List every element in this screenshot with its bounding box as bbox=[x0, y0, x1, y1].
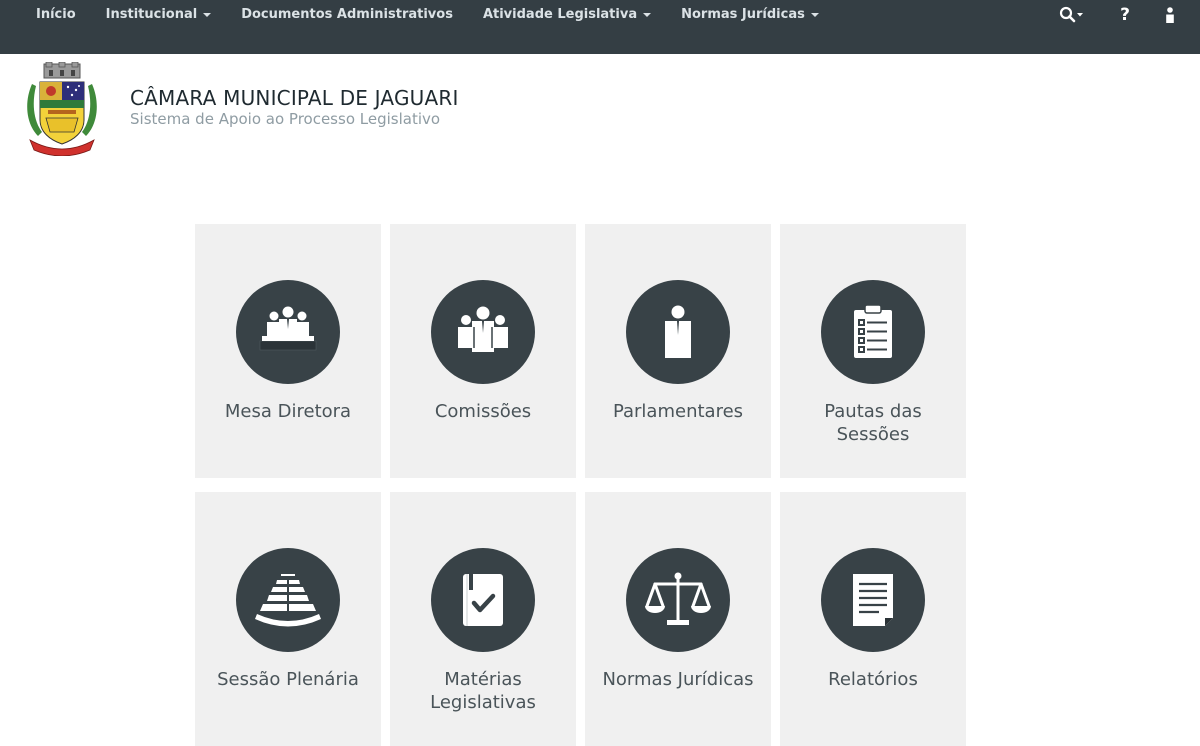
tile-parlamentares[interactable]: Parlamentares bbox=[585, 224, 771, 478]
tile-label: Pautas das Sessões bbox=[824, 401, 922, 445]
help-button[interactable]: ? bbox=[1102, 0, 1148, 30]
nav-item-institucional[interactable]: Institucional bbox=[91, 0, 227, 30]
tile-normas-juridicas[interactable]: Normas Jurídicas bbox=[585, 492, 771, 746]
tile-label: Matérias Legislativas bbox=[430, 669, 536, 713]
tile-label: Comissões bbox=[434, 401, 532, 422]
nav-item-inicio[interactable]: Início bbox=[0, 0, 91, 30]
icon-circle bbox=[626, 548, 730, 652]
site-subtitle: Sistema de Apoio ao Processo Legislativo bbox=[130, 110, 441, 128]
scales-icon bbox=[645, 572, 711, 625]
icon-circle bbox=[236, 280, 340, 384]
tile-label: Mesa Diretora bbox=[224, 401, 352, 422]
tile-relatorios[interactable]: Relatórios bbox=[780, 492, 966, 746]
tile-comissoes[interactable]: Comissões bbox=[390, 224, 576, 478]
help-icon: ? bbox=[1120, 5, 1130, 25]
main-menu: Início Institucional Documentos Administ… bbox=[0, 0, 834, 30]
tile-label: Normas Jurídicas bbox=[602, 669, 754, 690]
municipal-crest-logo[interactable] bbox=[24, 62, 100, 156]
icon-circle bbox=[626, 280, 730, 384]
caret-down-icon bbox=[643, 12, 652, 17]
tile-label: Relatórios bbox=[828, 669, 918, 690]
icon-circle bbox=[236, 548, 340, 652]
committee-icon bbox=[458, 306, 508, 352]
tile-sessao-plenaria[interactable]: Sessão Plenária bbox=[195, 492, 381, 746]
board-icon bbox=[259, 306, 317, 351]
utility-menu: ? bbox=[1046, 0, 1200, 30]
search-button[interactable] bbox=[1046, 0, 1102, 30]
tile-label: Sessão Plenária bbox=[217, 669, 359, 690]
tile-pautas-das-sessoes[interactable]: Pautas das Sessões bbox=[780, 224, 966, 478]
nav-item-normas-juridicas[interactable]: Normas Jurídicas bbox=[666, 0, 834, 30]
icon-circle bbox=[431, 548, 535, 652]
agenda-icon bbox=[854, 304, 892, 358]
icon-circle bbox=[821, 280, 925, 384]
parliamentarian-icon bbox=[665, 305, 691, 358]
plenary-icon bbox=[255, 574, 321, 627]
user-button[interactable] bbox=[1148, 0, 1192, 30]
report-icon bbox=[853, 574, 893, 626]
caret-down-icon bbox=[203, 12, 212, 17]
tile-label: Parlamentares bbox=[612, 401, 744, 422]
tile-mesa-diretora[interactable]: Mesa Diretora bbox=[195, 224, 381, 478]
icon-circle bbox=[431, 280, 535, 384]
caret-down-icon bbox=[810, 12, 819, 17]
search-icon bbox=[1059, 6, 1083, 23]
top-navbar: Início Institucional Documentos Administ… bbox=[0, 0, 1200, 54]
nav-item-atividade-legislativa[interactable]: Atividade Legislativa bbox=[468, 0, 666, 30]
icon-circle bbox=[821, 548, 925, 652]
site-title: CÂMARA MUNICIPAL DE JAGUARI bbox=[130, 86, 459, 110]
user-icon bbox=[1166, 7, 1174, 23]
nav-item-documentos-administrativos[interactable]: Documentos Administrativos bbox=[226, 0, 468, 30]
legislative-matter-icon bbox=[463, 574, 503, 626]
tile-materias-legislativas[interactable]: Matérias Legislativas bbox=[390, 492, 576, 746]
module-grid: Mesa Diretora Comissões Parlamentares Pa… bbox=[195, 224, 968, 746]
